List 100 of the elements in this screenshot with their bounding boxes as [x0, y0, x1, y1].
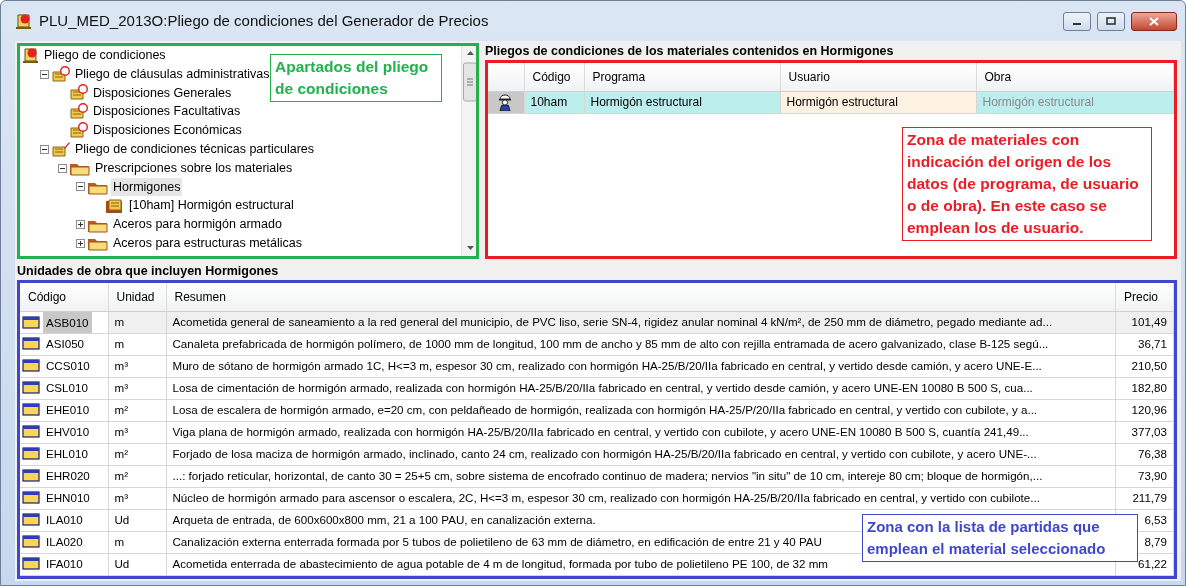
- column-header[interactable]: Programa: [584, 63, 780, 91]
- table-cell-text: EHL010: [45, 446, 89, 463]
- scrollbar[interactable]: [461, 44, 478, 258]
- tree-item[interactable]: Pliego de cláusulas administrativas: [73, 64, 272, 84]
- scroll-icon: [15, 12, 33, 30]
- document-badge-icon: [69, 122, 89, 140]
- table-cell: Muro de sótano de hormigón armado 1C, H<=3 m, espesor 30 cm, realizado con hormigón HA-25/B/20/IIa fabricado en central, y vertido desde camión, y acero UNE-E...: [166, 355, 1116, 377]
- unit-icon: [22, 535, 40, 549]
- unit-icon: [22, 359, 40, 373]
- tree-item[interactable]: Disposiciones Facultativas: [91, 102, 243, 122]
- tree-item[interactable]: Disposiciones Generales: [91, 83, 234, 103]
- column-header[interactable]: Usuario: [780, 63, 976, 91]
- unit-icon: [22, 425, 40, 439]
- table-cell: 377,03: [1115, 421, 1174, 443]
- expand-toggle[interactable]: [76, 220, 85, 230]
- table-cell-text: ILA020: [45, 534, 84, 551]
- tree-item[interactable]: Prescripciones sobre los materiales: [93, 158, 295, 178]
- column-header[interactable]: Resumen: [166, 283, 1116, 311]
- table-cell-text: EHN010: [45, 490, 91, 507]
- unit-icon: [22, 315, 40, 329]
- table-cell: m²: [108, 399, 166, 421]
- table-cell-text: EHE010: [45, 402, 91, 419]
- table-cell: 76,38: [1115, 443, 1174, 465]
- column-header[interactable]: Unidad: [108, 283, 166, 311]
- table-cell: m³: [108, 355, 166, 377]
- table-cell: 210,50: [1115, 355, 1174, 377]
- unit-icon: [22, 381, 40, 395]
- table-cell-text: ILA010: [45, 512, 84, 529]
- unit-icon: [22, 337, 40, 351]
- table-cell: m³: [108, 377, 166, 399]
- table-cell: m³: [108, 421, 166, 443]
- table-cell-text: IFA010: [45, 556, 84, 573]
- table-cell: Forjado de losa maciza de hormigón armado, inclinado, canto 24 cm, realizado con hormigón HA-25/B/20/IIa fabricado en central, y vertido con cubilote, y acero UNE-...: [166, 443, 1116, 465]
- table-cell: Canaleta prefabricada de hormigón polímero, de 1000 mm de longitud, 100 mm de ancho y 85 mm de alto con rejilla entramada de acero galvanizado, clase B-125 segú...: [166, 333, 1116, 355]
- table-cell: Núcleo de hormigón armado para ascensor o escalera, 2C, H<=3 m, espesor 30 cm, realizado con hormigón HA-25/B/20/IIa fabricado en central, y vertido con cubilote...: [166, 487, 1116, 509]
- table-cell: ...: forjado reticular, horizontal, de canto 30 = 25+5 cm, sobre sistema de encofrado continuo de madera; nervios "in situ" de 10 cm, intereje 80 cm; bloque de hormigón,...: [166, 465, 1116, 487]
- table-cell-text: CCS010: [45, 358, 91, 375]
- document-badge-icon: [69, 103, 89, 121]
- table-cell: Viga plana de hormigón armado, realizada con hormigón HA-25/B/20/IIa fabricado en central, y vertido con cubilote, y acero UNE-EN 10080 B 500 S, cuantía 241,49...: [166, 421, 1116, 443]
- column-header[interactable]: Código: [20, 283, 108, 311]
- window-title: PLU_MED_2013O:Pliego de condiciones del Generador de Precios: [39, 10, 489, 31]
- section-title: Unidades de obra que incluyen Hormigones: [17, 263, 280, 280]
- document-badge-icon: [51, 65, 71, 83]
- table-cell: m²: [108, 465, 166, 487]
- close-icon: [1149, 16, 1159, 26]
- table-cell: m: [108, 333, 166, 355]
- annotation-box: Zona de materiales con indicación del origen de los datos (de programa, de usuario o de obra). En este caso se emplean los de usuario.: [902, 127, 1152, 241]
- tree-item[interactable]: Disposiciones Económicas: [91, 121, 244, 140]
- unit-icon: [22, 557, 40, 571]
- table-cell: 73,90: [1115, 465, 1174, 487]
- unit-icon: [22, 513, 40, 527]
- unit-icon: [22, 469, 40, 483]
- unit-icon: [22, 491, 40, 505]
- column-header[interactable]: Código: [524, 63, 584, 91]
- table-cell: Acometida general de saneamiento a la red general del municipio, de PVC liso, serie SN-4, rigidez anular nominal 4 kN/m², de 250 mm de diámetro, pegado mediante ad...: [166, 311, 1116, 333]
- scroll-icon: [22, 46, 40, 64]
- table-cell: Hormigón estructural: [976, 91, 1174, 113]
- table-cell: m³: [108, 487, 166, 509]
- minimize-button[interactable]: [1063, 11, 1091, 31]
- table-cell: Ud: [108, 553, 166, 575]
- unit-icon: [22, 403, 40, 417]
- table-cell: m: [108, 531, 166, 553]
- column-header[interactable]: Precio: [1115, 283, 1174, 311]
- table-cell: Hormigón estructural: [780, 91, 976, 113]
- table-cell-text: CSL010: [45, 380, 89, 397]
- tree-item[interactable]: Aceros para estructuras metálicas: [111, 234, 304, 253]
- table-cell: m²: [108, 443, 166, 465]
- column-header[interactable]: Obra: [976, 63, 1174, 91]
- table-cell: Losa de cimentación de hormigón armado, realizada con hormigón HA-25/B/20/IIa fabricado en central, y vertido desde camión, y acero UNE-EN 10080 B 500 S, cua...: [166, 377, 1116, 399]
- table-cell: Losa de escalera de hormigón armado, e=20 cm, con peldañeado de hormigón, realizada con hormigón HA-25/P/20/IIa fabricado en central, y vertido con cubilote, y a...: [166, 399, 1116, 421]
- tree-item[interactable]: Hormigones: [111, 177, 183, 197]
- collapse-toggle[interactable]: [76, 182, 85, 192]
- document-badge-icon: [69, 84, 89, 102]
- collapse-toggle[interactable]: [58, 163, 67, 173]
- close-button[interactable]: [1131, 11, 1177, 31]
- tree-item[interactable]: Aceros para hormigón armado: [111, 215, 284, 234]
- table-cell: 36,71: [1115, 333, 1174, 355]
- table-cell: Ud: [108, 509, 166, 531]
- maximize-icon: [1106, 17, 1116, 25]
- person-icon: [496, 93, 514, 111]
- table-cell: Hormigón estructural: [584, 91, 780, 113]
- tree-item[interactable]: Pliego de condiciones: [42, 46, 168, 65]
- table-cell-text: ASI050: [45, 336, 86, 353]
- unit-icon: [22, 447, 40, 461]
- tree-item[interactable]: [10ham] Hormigón estructural: [127, 196, 296, 216]
- table-cell: 182,80: [1115, 377, 1174, 399]
- table-cell: 120,96: [1115, 399, 1174, 421]
- table-cell-text: EHV010: [45, 424, 91, 441]
- collapse-toggle[interactable]: [40, 69, 49, 79]
- annotation-box: Apartados del pliego de condiciones: [270, 54, 442, 102]
- maximize-button[interactable]: [1097, 11, 1125, 31]
- table-cell: ASB010: [43, 311, 92, 333]
- table-cell: 211,79: [1115, 487, 1174, 509]
- table-cell-text: EHR020: [45, 468, 91, 485]
- collapse-toggle[interactable]: [40, 144, 49, 154]
- document-icon: [105, 197, 125, 214]
- document-pen-icon: [51, 140, 71, 158]
- tree-item[interactable]: Pliego de condiciones técnicas particulares: [73, 140, 317, 159]
- section-title: Pliegos de condiciones de los materiales contenidos en Hormigones: [485, 43, 895, 60]
- expand-toggle[interactable]: [76, 238, 85, 248]
